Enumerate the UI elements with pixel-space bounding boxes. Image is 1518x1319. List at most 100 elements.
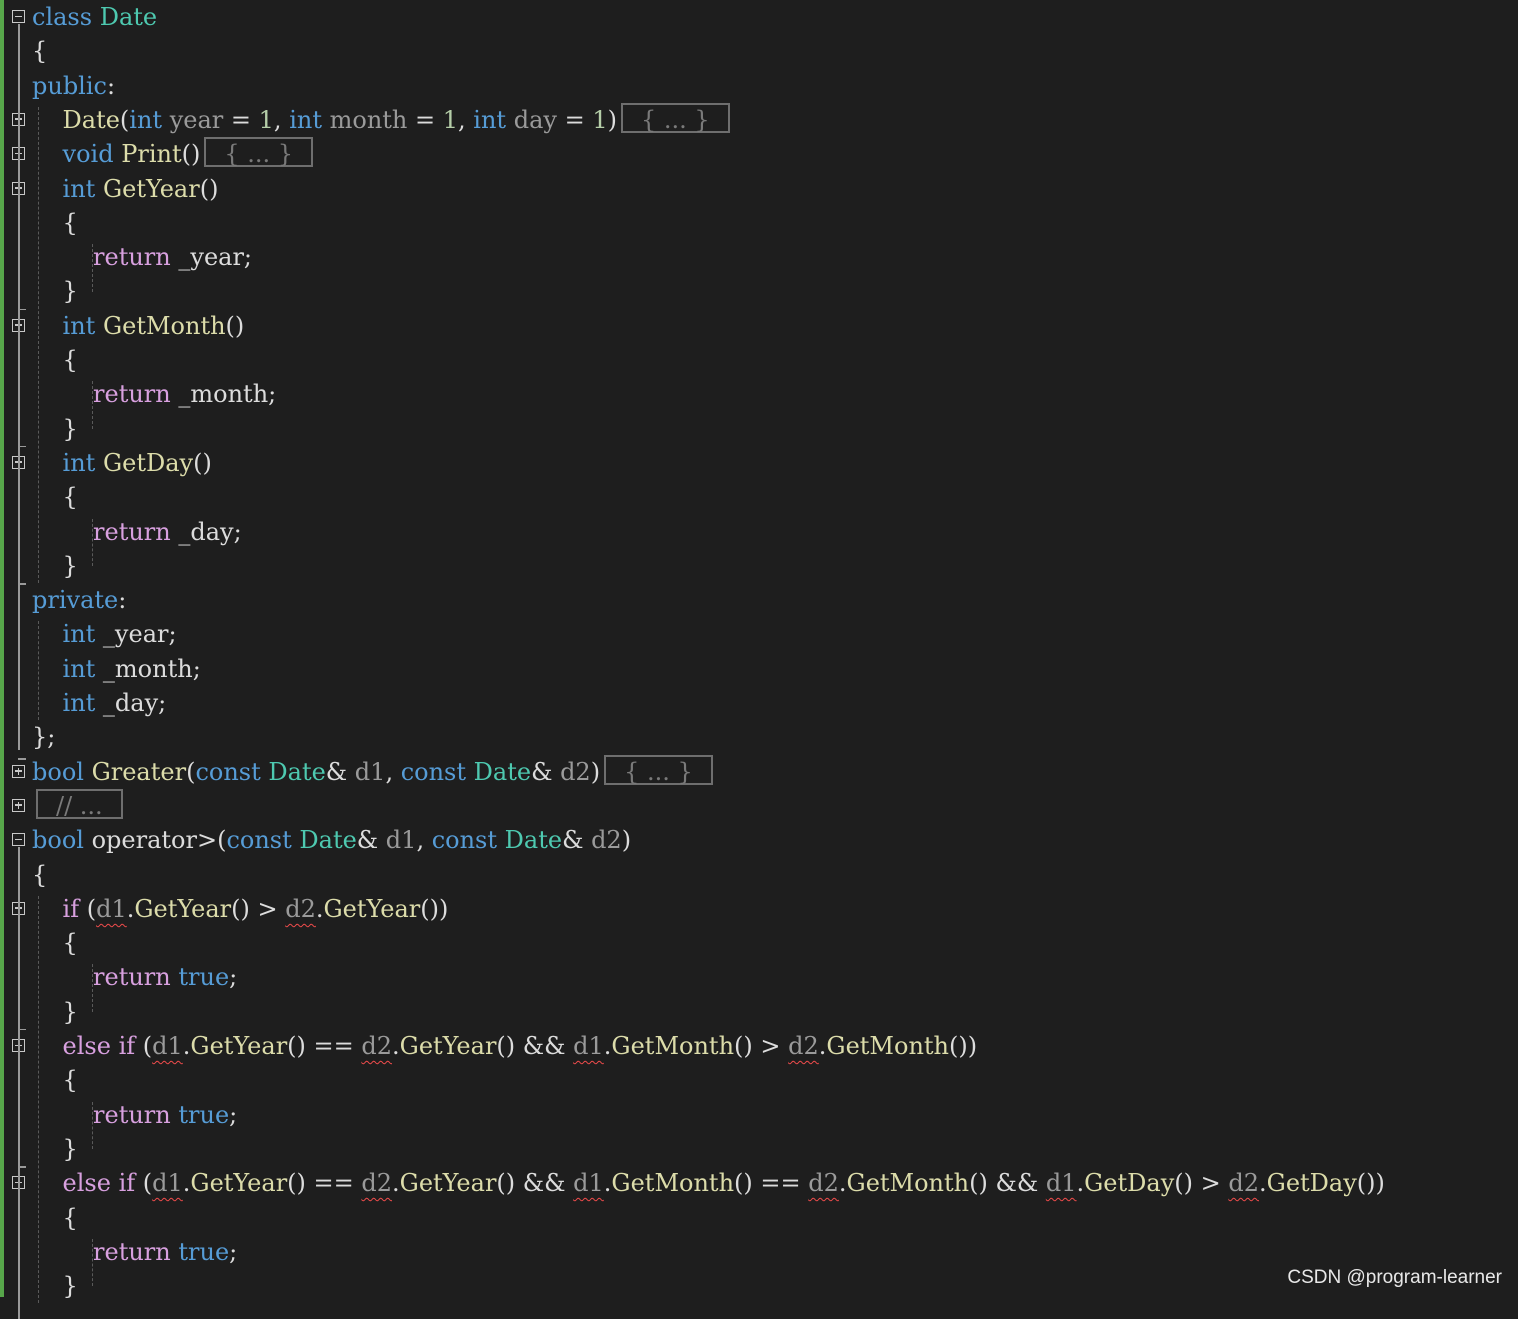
code-line[interactable]: void Print(){ ... } (32, 137, 314, 171)
code-token: d2 (788, 1032, 819, 1060)
code-line[interactable]: public: (32, 69, 115, 103)
code-token: const (400, 757, 467, 786)
code-token: ) (590, 757, 601, 786)
expand-icon[interactable] (12, 764, 25, 778)
code-line[interactable]: else if (d1.GetYear() == d2.GetYear() &&… (32, 1029, 978, 1063)
code-token: GetDay (1084, 1169, 1175, 1198)
expand-icon[interactable] (12, 798, 25, 812)
code-line[interactable]: { (32, 34, 47, 68)
code-line[interactable]: return true; (32, 1235, 237, 1269)
code-token: ()) (420, 894, 449, 923)
code-token: ; (229, 1100, 238, 1129)
code-token: Date (268, 757, 326, 786)
code-token: d1 (152, 1169, 183, 1198)
code-line[interactable]: class Date (32, 0, 157, 34)
code-line[interactable]: { (32, 858, 47, 892)
code-line[interactable]: return _year; (32, 240, 252, 274)
code-line[interactable]: bool Greater(const Date& d1, const Date&… (32, 754, 713, 789)
indent-guide (92, 1238, 93, 1287)
code-token: return (93, 517, 171, 546)
code-token: . (392, 1169, 400, 1198)
code-token: public (32, 71, 107, 100)
collapse-icon[interactable] (12, 10, 25, 23)
code-line[interactable]: return _day; (32, 515, 242, 549)
code-token: d2 (361, 1169, 393, 1198)
code-token: int (62, 620, 96, 649)
code-line[interactable]: Date(int year = 1, int month = 1, int da… (32, 102, 730, 137)
code-token: return (93, 1100, 171, 1129)
code-token: true (178, 1100, 230, 1129)
code-editor[interactable]: class Date{public: Date(int year = 1, in… (0, 0, 1518, 1319)
code-line[interactable]: else if (d1.GetYear() == d2.GetYear() &&… (32, 1166, 1385, 1200)
indent-guide (92, 964, 93, 1012)
code-line[interactable]: int _day; (32, 686, 167, 720)
code-token: day (513, 105, 557, 134)
code-token: GetDay (102, 448, 194, 477)
indent-guide (38, 621, 39, 721)
code-line[interactable]: }; (32, 720, 55, 754)
collapsed-region-indicator[interactable]: { ... } (620, 102, 730, 134)
code-token: true (178, 963, 230, 992)
collapse-icon[interactable] (12, 833, 25, 847)
code-line[interactable]: // ... (32, 788, 123, 823)
code-token: d1 (96, 894, 127, 923)
code-token: = (223, 105, 259, 134)
code-token: 1 (592, 105, 608, 134)
code-token: d2 (361, 1032, 393, 1060)
code-token: int (129, 105, 163, 134)
code-line[interactable]: bool operator>(const Date& d1, const Dat… (32, 823, 631, 857)
code-token: int (62, 654, 96, 683)
code-token: GetMonth (102, 311, 226, 340)
code-token: return (93, 380, 171, 409)
code-token: . (392, 1032, 400, 1060)
collapsed-region-indicator[interactable]: { ... } (604, 754, 713, 786)
code-token: = (556, 105, 593, 134)
code-token: if (62, 894, 80, 923)
collapsed-region-indicator[interactable]: { ... } (204, 137, 314, 168)
code-line[interactable]: int _month; (32, 652, 201, 686)
code-token: () && (496, 1032, 574, 1060)
code-token: () > (231, 894, 286, 923)
code-line[interactable]: int GetYear() (32, 172, 219, 206)
indent-guide (38, 106, 39, 584)
code-token: month (329, 105, 408, 134)
code-token: d1 (1045, 1169, 1077, 1198)
collapsed-region-indicator[interactable]: // ... (36, 788, 123, 820)
code-token: GetMonth (826, 1032, 950, 1060)
code-token: Print (121, 140, 182, 169)
code-line[interactable]: return true; (32, 1098, 237, 1132)
code-line[interactable]: int _year; (32, 617, 177, 651)
code-token: ()) (949, 1032, 978, 1060)
code-token: () > (1174, 1169, 1229, 1198)
code-area[interactable]: class Date{public: Date(int year = 1, in… (32, 0, 1518, 1304)
code-line[interactable]: int GetDay() (32, 446, 212, 480)
code-token: () (181, 140, 201, 169)
outline-end-block (18, 308, 26, 311)
code-line[interactable]: private: (32, 583, 126, 617)
code-token: Date (62, 105, 120, 134)
code-token: Date (299, 826, 357, 855)
code-token: _day; (170, 517, 242, 546)
code-line[interactable]: return _month; (32, 377, 276, 411)
code-token: int (62, 311, 96, 340)
code-token: void (62, 140, 114, 169)
code-line[interactable]: return true; (32, 960, 237, 994)
outline-end-block (18, 583, 26, 585)
code-line[interactable]: int GetMonth() (32, 309, 245, 343)
outline-end-class (18, 758, 26, 760)
code-token: ; (229, 1237, 238, 1266)
code-line[interactable]: if (d1.GetYear() > d2.GetYear()) (32, 892, 449, 926)
code-token: ( (135, 1169, 153, 1198)
code-token: ) (607, 105, 617, 134)
